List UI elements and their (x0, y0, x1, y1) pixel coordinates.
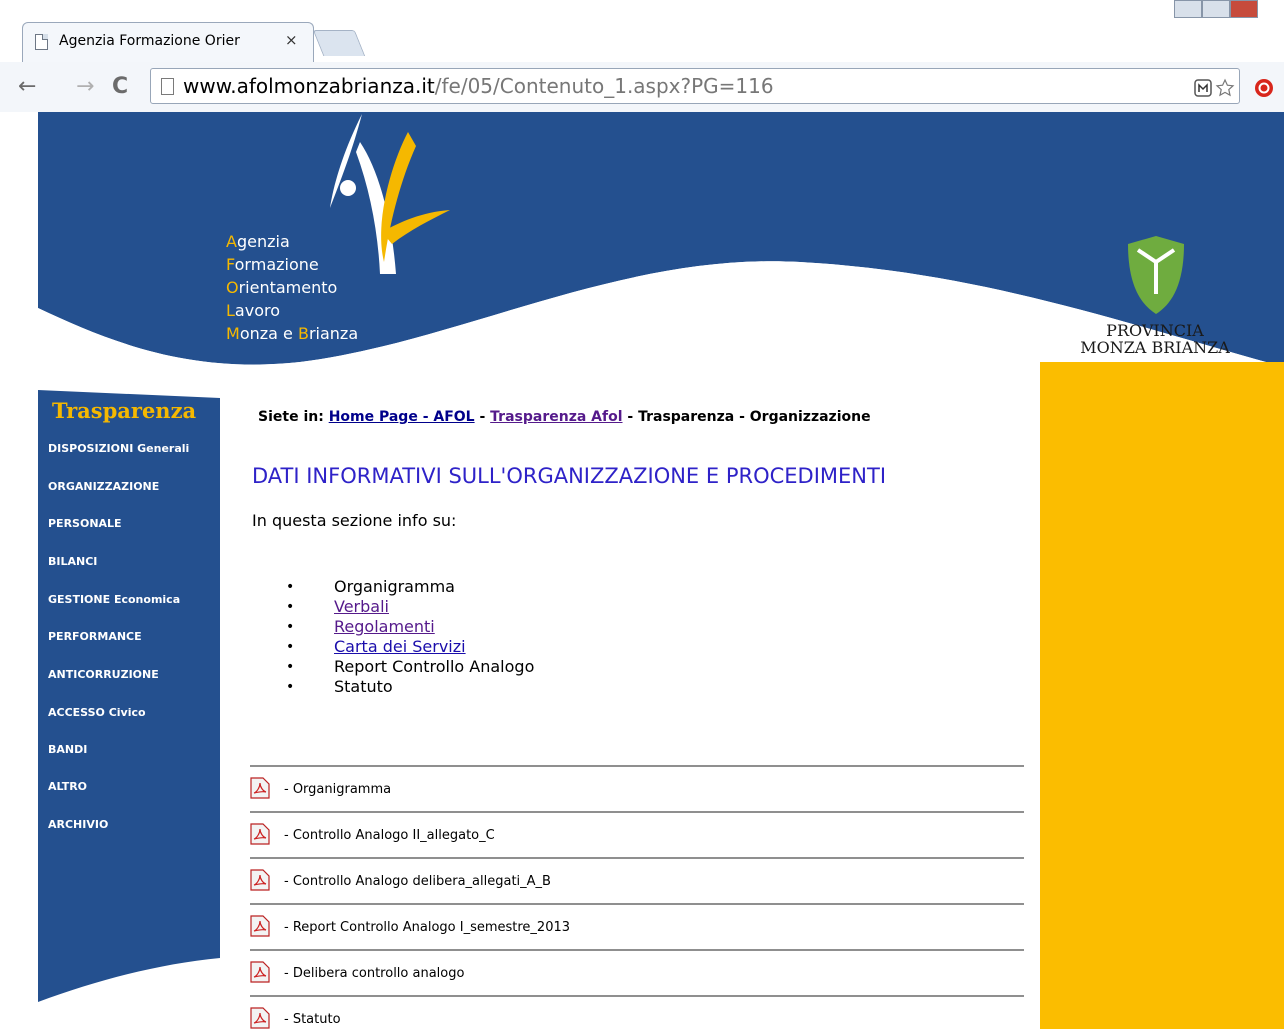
pdf-icon (250, 777, 270, 799)
sidebar-item-bandi[interactable]: BANDI (48, 743, 87, 756)
window-controls (1172, 0, 1284, 20)
page-icon (161, 78, 174, 95)
list-item-link[interactable]: Regolamenti (286, 617, 534, 637)
pdf-icon (250, 869, 270, 891)
pdf-icon (250, 823, 270, 845)
breadcrumb-current: Trasparenza - Organizzazione (638, 409, 871, 425)
url-text: www.afolmonzabrianza.it/fe/05/Contenuto_… (183, 74, 774, 98)
browser-tab[interactable]: Agenzia Formazione Orier × (22, 22, 314, 62)
file-link[interactable]: - Controllo Analogo II_allegato_C (284, 828, 495, 843)
province-line: PROVINCIA (1106, 321, 1204, 340)
breadcrumb: Siete in: Home Page - AFOL - Trasparenza… (258, 409, 871, 425)
address-bar[interactable]: www.afolmonzabrianza.it/fe/05/Contenuto_… (150, 68, 1240, 104)
breadcrumb-separator: - (474, 409, 491, 425)
file-row[interactable]: - Controllo Analogo II_allegato_C (250, 811, 1024, 857)
sidebar: Trasparenza DISPOSIZIONI Generali ORGANI… (38, 390, 220, 1002)
main-content: Siete in: Home Page - AFOL - Trasparenza… (222, 392, 1040, 1029)
sidebar-item-bilanci[interactable]: BILANCI (48, 555, 97, 568)
sidebar-item-disposizioni[interactable]: DISPOSIZIONI Generali (48, 442, 189, 455)
list-item: Statuto (286, 677, 534, 697)
breadcrumb-link-trasparenza[interactable]: Trasparenza Afol (490, 409, 622, 425)
file-link[interactable]: - Report Controllo Analogo I_semestre_20… (284, 920, 570, 935)
breadcrumb-link-home[interactable]: Home Page - AFOL (329, 409, 475, 425)
adblock-icon[interactable] (1254, 78, 1274, 98)
close-tab-icon[interactable]: × (285, 31, 298, 49)
sidebar-item-organizzazione[interactable]: ORGANIZZAZIONE (48, 480, 159, 493)
maximize-button[interactable] (1202, 0, 1230, 18)
extension-icon[interactable] (1193, 78, 1213, 98)
breadcrumb-separator: - (622, 409, 639, 425)
logo-line: Agenzia (226, 232, 290, 251)
logo-line: Orientamento (226, 278, 338, 297)
tab-strip: Agenzia Formazione Orier × (0, 0, 1284, 62)
header-banner (38, 112, 1284, 402)
file-row[interactable]: - Delibera controllo analogo (250, 949, 1024, 995)
page-icon (35, 34, 48, 50)
file-link[interactable]: - Controllo Analogo delibera_allegati_A_… (284, 874, 551, 889)
file-link[interactable]: - Statuto (284, 1012, 341, 1027)
right-panel (1040, 362, 1284, 1029)
sidebar-item-personale[interactable]: PERSONALE (48, 517, 122, 530)
minimize-button[interactable] (1174, 0, 1202, 18)
file-row[interactable]: - Organigramma (250, 765, 1024, 811)
tab-title: Agenzia Formazione Orier (59, 33, 240, 49)
web-page: Agenzia Formazione Orientamento Lavoro M… (0, 112, 1284, 1029)
pdf-icon (250, 915, 270, 937)
logo-line: Formazione (226, 255, 319, 274)
sidebar-item-altro[interactable]: ALTRO (48, 780, 87, 793)
file-row[interactable]: - Controllo Analogo delibera_allegati_A_… (250, 857, 1024, 903)
page-title: DATI INFORMATIVI SULL'ORGANIZZAZIONE E P… (252, 464, 887, 488)
sidebar-title: Trasparenza (52, 398, 197, 423)
file-link[interactable]: - Organigramma (284, 782, 391, 797)
province-name: PROVINCIA MONZA BRIANZA (1055, 322, 1255, 356)
pdf-icon (250, 961, 270, 983)
pdf-icon (250, 1007, 270, 1029)
list-item-link[interactable]: Verbali (286, 597, 534, 617)
forward-icon[interactable]: → (76, 74, 94, 99)
intro-text: In questa sezione info su: (252, 511, 457, 530)
province-line: MONZA BRIANZA (1080, 338, 1230, 357)
bookmark-star-icon[interactable] (1215, 78, 1235, 98)
sidebar-item-anticorruzione[interactable]: ANTICORRUZIONE (48, 668, 159, 681)
browser-chrome: Agenzia Formazione Orier × ← → C www.afo… (0, 0, 1284, 112)
close-window-button[interactable] (1230, 0, 1258, 18)
sidebar-item-gestione[interactable]: GESTIONE Economica (48, 593, 180, 606)
list-item: Organigramma (286, 577, 534, 597)
sidebar-item-archivio[interactable]: ARCHIVIO (48, 818, 108, 831)
topic-list: Organigramma Verbali Regolamenti Carta d… (286, 577, 534, 697)
new-tab-button[interactable] (312, 30, 366, 56)
province-shield-icon (1128, 236, 1184, 314)
sidebar-item-accesso[interactable]: ACCESSO Civico (48, 706, 146, 719)
sidebar-item-performance[interactable]: PERFORMANCE (48, 630, 142, 643)
logo-line: Monza e Brianza (226, 324, 359, 343)
toolbar: ← → C www.afolmonzabrianza.it/fe/05/Cont… (0, 62, 1284, 112)
logo-line: Lavoro (226, 301, 280, 320)
reload-icon[interactable]: C (112, 74, 128, 99)
list-item-link[interactable]: Carta dei Servizi (286, 637, 534, 657)
list-item: Report Controllo Analogo (286, 657, 534, 677)
organization-name: Agenzia Formazione Orientamento Lavoro M… (226, 230, 358, 345)
file-row[interactable]: - Statuto (250, 995, 1024, 1029)
file-list: - Organigramma - Controllo Analogo II_al… (250, 765, 1024, 1029)
file-link[interactable]: - Delibera controllo analogo (284, 966, 464, 981)
back-icon[interactable]: ← (18, 74, 36, 99)
breadcrumb-prefix: Siete in: (258, 409, 324, 425)
file-row[interactable]: - Report Controllo Analogo I_semestre_20… (250, 903, 1024, 949)
